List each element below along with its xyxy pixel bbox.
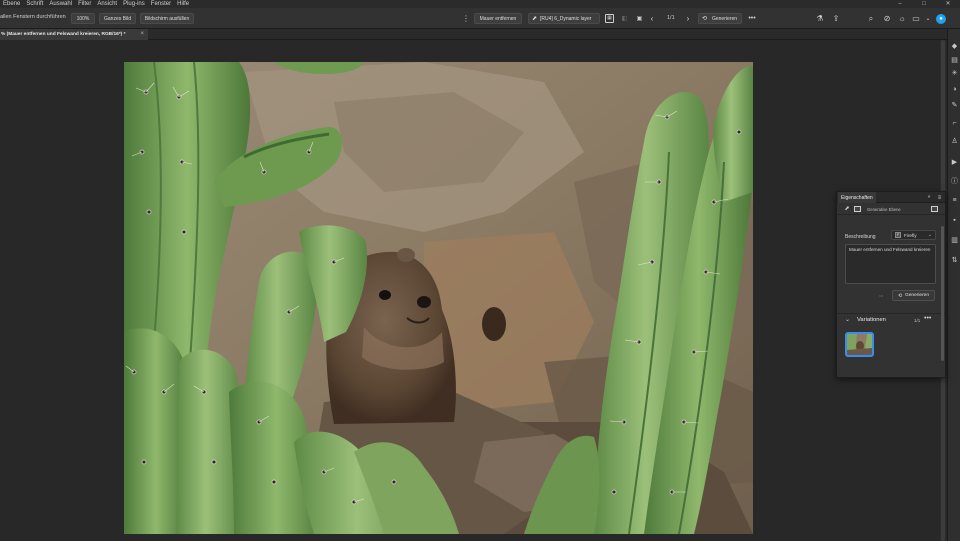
prompt-textarea[interactable]: Mauer entfernen und Felswand kreieren: [845, 244, 936, 284]
menu-bar: Ebene Schrift Auswahl Filter Ansicht Plu…: [0, 0, 960, 8]
document-tab-title: % (Mauer entfernen und Felswand kreieren…: [1, 32, 126, 37]
minimize-button[interactable]: –: [888, 0, 912, 8]
collapse-panel-icon[interactable]: »: [925, 193, 933, 202]
menu-ebene[interactable]: Ebene: [0, 0, 23, 8]
color-icon[interactable]: ◑: [948, 84, 960, 94]
fill-screen-button[interactable]: Bildschirm ausfüllen: [140, 13, 194, 24]
channels-icon[interactable]: ▤: [948, 55, 960, 65]
hyrax-cactus-photo: [124, 62, 753, 534]
grid-icon[interactable]: ▦: [605, 14, 614, 23]
layers-icon[interactable]: ◆: [948, 41, 960, 51]
generate-button-label: Generieren: [905, 293, 929, 298]
close-window-button[interactable]: ✕: [936, 0, 960, 8]
variation-thumbnail[interactable]: [845, 332, 874, 357]
variations-header[interactable]: ⌄ Variationen 1/1 •••: [837, 313, 945, 325]
properties-panel: Eigenschaften » ≡ ⬈ Generative Ebene Bes…: [836, 191, 946, 378]
generate-top-button[interactable]: ⟲ Generieren: [698, 13, 742, 24]
zoom-100-button[interactable]: 100%: [71, 13, 95, 24]
properties-icon[interactable]: ⇅: [948, 255, 960, 265]
document-tab[interactable]: % (Mauer entfernen und Felswand kreieren…: [0, 29, 148, 40]
document-tab-bar: % (Mauer entfernen und Felswand kreieren…: [0, 29, 947, 40]
menu-schrift[interactable]: Schrift: [23, 0, 46, 8]
menu-filter[interactable]: Filter: [75, 0, 94, 8]
chevron-down-icon: ⌄: [927, 232, 932, 238]
generative-layer-icon: ⬈: [532, 16, 538, 22]
menu-hilfe[interactable]: Hilfe: [174, 0, 192, 8]
menu-fenster[interactable]: Fenster: [148, 0, 174, 8]
right-panel-toolbar: ◆ ▤ ✳ ◑ ✎ ⌐ ♙ ▶ ⓘ ≡ ▪ ▥ ⇅: [947, 29, 960, 541]
layer-name-text: [RU4] 6_Dynamic layer: [540, 15, 592, 22]
beaker-icon[interactable]: ⚗: [815, 13, 825, 24]
document-canvas-image[interactable]: [124, 62, 753, 534]
variations-title: Variationen: [857, 317, 886, 323]
history-icon[interactable]: ▶: [948, 157, 960, 167]
share-icon[interactable]: ⇪: [831, 13, 841, 24]
search-icon[interactable]: ⌕: [866, 13, 876, 24]
layer-thumbnail-icon: [854, 206, 861, 212]
workspace-icon[interactable]: ▭: [911, 13, 921, 24]
maximize-button[interactable]: □: [912, 0, 936, 8]
layer-type-row: ⬈ Generative Ebene: [837, 203, 945, 215]
people-icon[interactable]: ♙: [948, 136, 960, 146]
info-icon[interactable]: ⓘ: [948, 176, 960, 186]
menu-plugins[interactable]: Plug-ins: [120, 0, 148, 8]
adjustments-icon[interactable]: ✳: [948, 68, 960, 78]
close-tab-icon[interactable]: ×: [140, 31, 144, 37]
gradient-icon[interactable]: ▥: [948, 235, 960, 245]
variations-collapse-icon[interactable]: ⌄: [845, 316, 850, 323]
properties-tab[interactable]: Eigenschaften: [838, 192, 876, 203]
generate-sparkle-icon: ⟲: [702, 16, 708, 22]
properties-panel-header: Eigenschaften » ≡: [837, 192, 945, 203]
more-options-icon[interactable]: •••: [746, 14, 758, 23]
menu-ansicht[interactable]: Ansicht: [94, 0, 120, 8]
scroll-all-windows-label[interactable]: allen Fenstern durchführen: [0, 14, 66, 20]
account-avatar-icon[interactable]: ●: [936, 14, 946, 24]
generate-refresh-icon: ⟲: [898, 293, 903, 299]
model-select-value: Firefly: [904, 232, 917, 238]
chevron-right-icon[interactable]: ›: [684, 14, 692, 23]
variations-count: 1/1: [914, 318, 921, 323]
page-counter: 1/1: [667, 15, 675, 21]
mask-icon[interactable]: [931, 206, 938, 212]
model-select[interactable]: F Firefly ⌄: [891, 230, 936, 240]
learn-icon[interactable]: ⊘: [882, 13, 892, 24]
fit-screen-button[interactable]: Ganzes Bild: [99, 13, 136, 24]
remove-wall-button[interactable]: Mauer entfernen: [474, 13, 522, 24]
menu-auswahl[interactable]: Auswahl: [46, 0, 75, 8]
window-controls: – □ ✕: [888, 0, 960, 8]
variations-more-icon[interactable]: •••: [924, 315, 931, 322]
credits-icon: ▭: [879, 293, 884, 298]
brush-settings-icon[interactable]: ✎: [948, 100, 960, 110]
generate-button[interactable]: ⟲ Generieren: [892, 290, 935, 301]
lightbulb-icon[interactable]: ☼: [897, 13, 907, 24]
swatches-icon[interactable]: ▪: [948, 215, 960, 225]
layer-name-field[interactable]: ⬈ [RU4] 6_Dynamic layer: [528, 13, 600, 24]
drag-handle-icon[interactable]: ⋮: [462, 13, 470, 24]
variation-thumbnail-image: [847, 334, 872, 355]
compare-icon[interactable]: ◧: [620, 14, 629, 23]
image-icon[interactable]: ▣: [635, 14, 644, 23]
workspace-chevron-icon[interactable]: ⌄: [924, 13, 932, 24]
shapes-icon[interactable]: ≡: [948, 195, 960, 205]
generative-layer-icon: ⬈: [844, 206, 850, 212]
firefly-icon: F: [895, 232, 901, 238]
paths-icon[interactable]: ⌐: [948, 118, 960, 128]
properties-scrollbar[interactable]: [941, 226, 944, 361]
layer-type-label: Generative Ebene: [867, 207, 901, 212]
options-bar: allen Fenstern durchführen 100% Ganzes B…: [0, 8, 960, 29]
description-label: Beschreibung: [845, 234, 876, 240]
chevron-left-icon[interactable]: ‹: [648, 14, 656, 23]
generate-top-label: Generieren: [711, 15, 737, 22]
panel-menu-icon[interactable]: ≡: [935, 193, 944, 202]
